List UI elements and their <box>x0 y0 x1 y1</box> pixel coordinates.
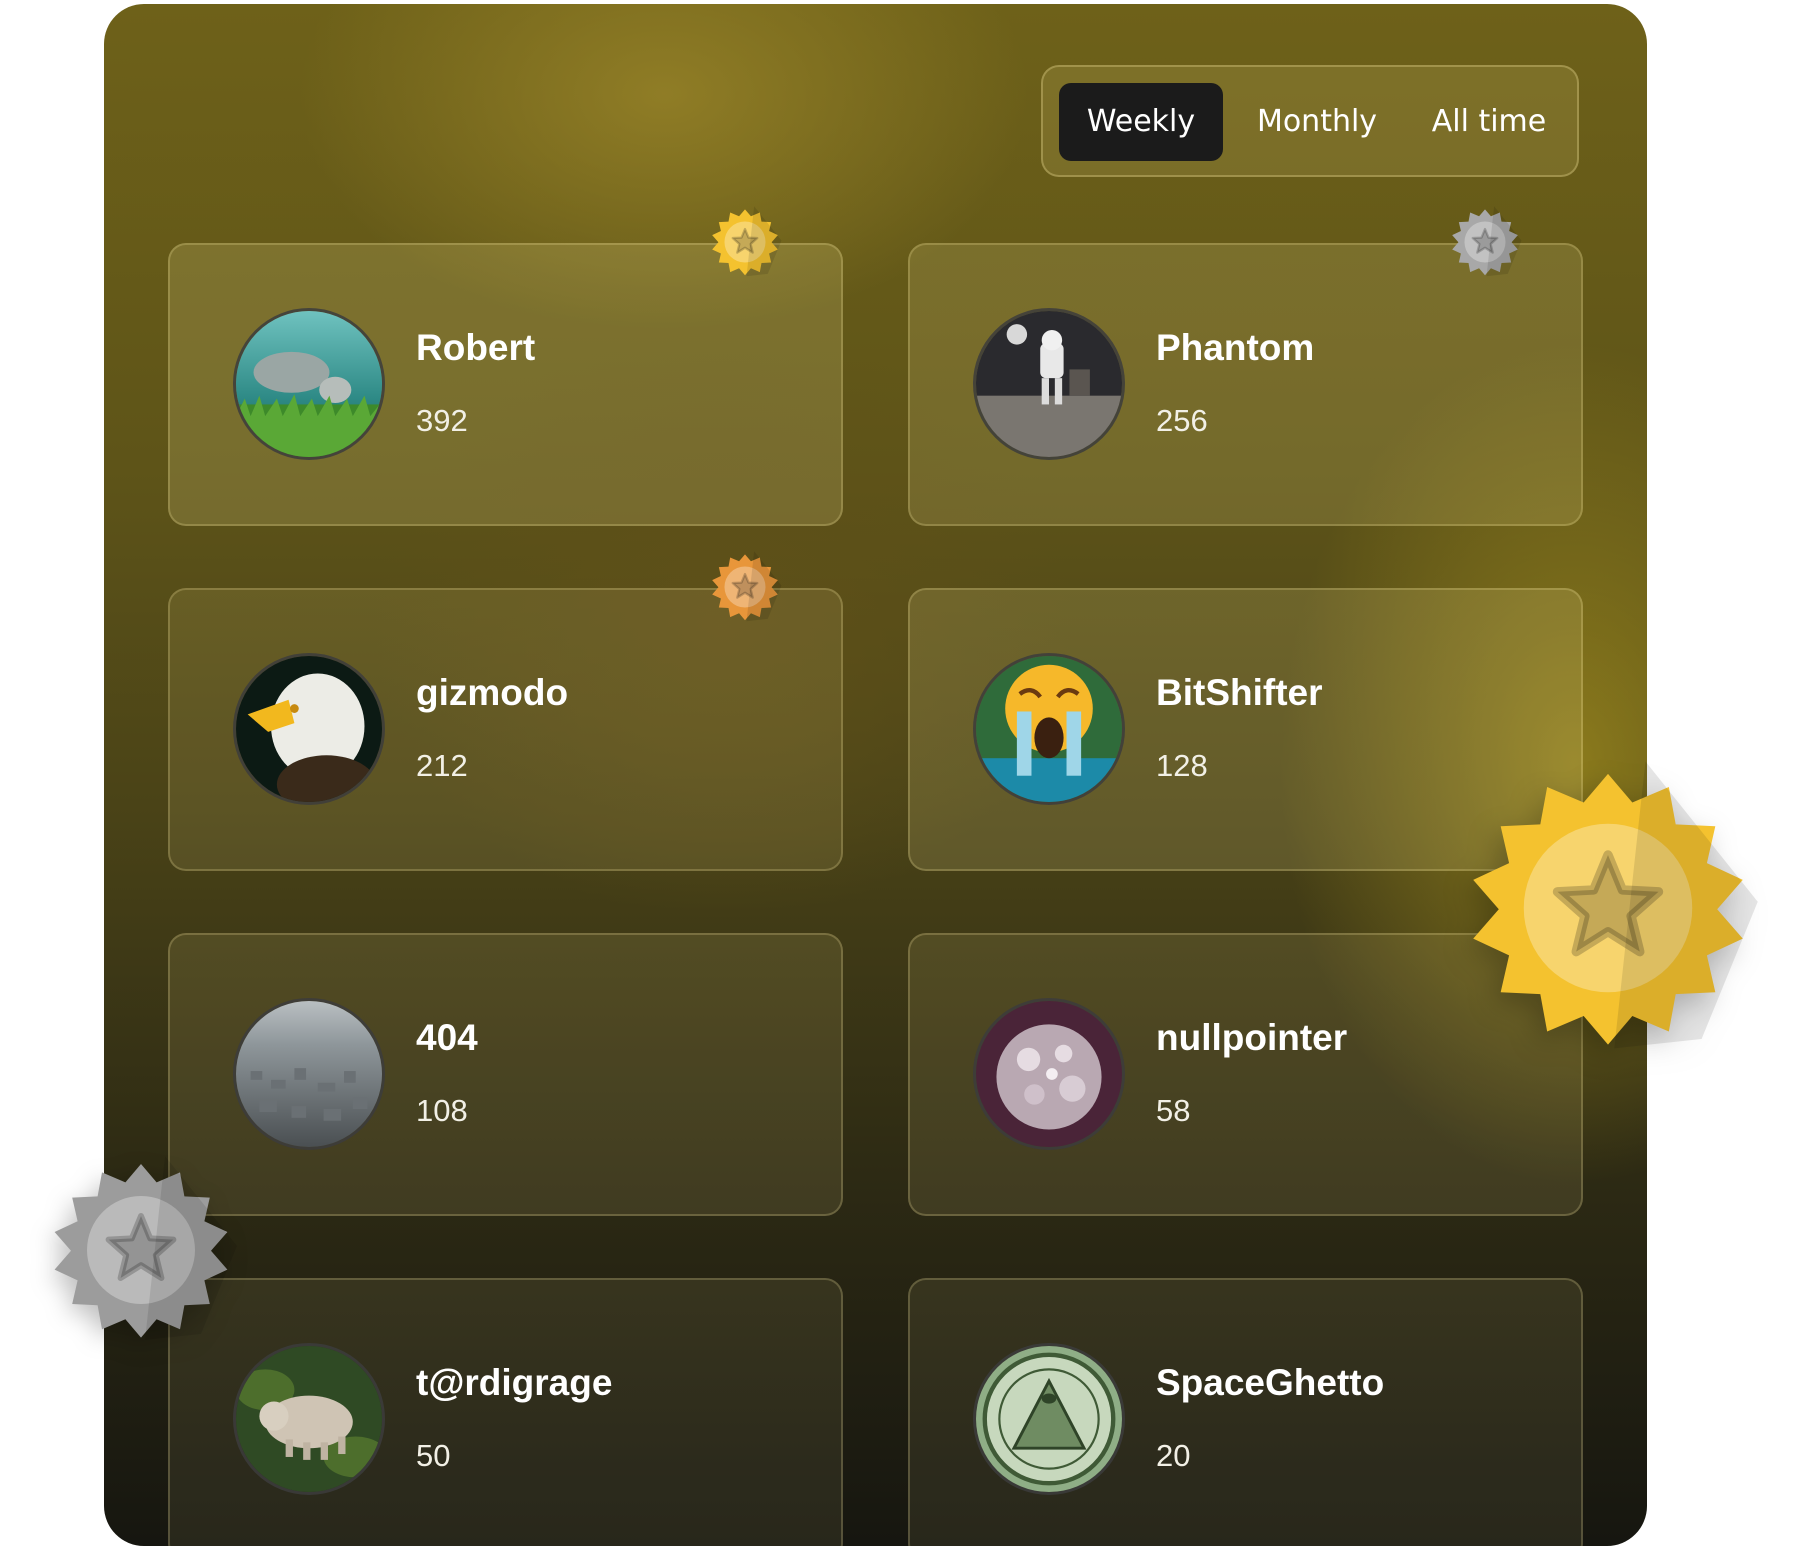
player-score: 392 <box>416 403 468 438</box>
avatar <box>233 1343 385 1495</box>
leaderboard-card-gizmodo[interactable]: gizmodo 212 <box>168 588 843 871</box>
silver-medal-icon <box>1447 204 1523 280</box>
player-name: t@rdigrage <box>416 1362 613 1403</box>
player-score: 212 <box>416 748 468 783</box>
leaderboard-card-phantom[interactable]: Phantom 256 <box>908 243 1583 526</box>
leaderboard-card-spaceghetto[interactable]: SpaceGhetto 20 <box>908 1278 1583 1546</box>
player-name: SpaceGhetto <box>1156 1362 1385 1403</box>
player-name: nullpointer <box>1156 1017 1348 1058</box>
avatar <box>233 998 385 1150</box>
avatar <box>973 1343 1125 1495</box>
avatar <box>973 308 1125 460</box>
player-score: 20 <box>1156 1438 1191 1473</box>
gold-medal-icon <box>1452 752 1764 1064</box>
player-name: Phantom <box>1156 327 1315 368</box>
leaderboard-card-tardigrage[interactable]: t@rdigrage 50 <box>168 1278 843 1546</box>
avatar <box>233 308 385 460</box>
avatar <box>973 653 1125 805</box>
tab-all-time[interactable]: All time <box>1409 83 1569 161</box>
player-name: 404 <box>416 1017 478 1058</box>
player-score: 108 <box>416 1093 468 1128</box>
player-name: BitShifter <box>1156 672 1323 713</box>
player-name: Robert <box>416 327 536 368</box>
avatar <box>233 653 385 805</box>
avatar <box>973 998 1125 1150</box>
gold-medal-icon <box>707 204 783 280</box>
player-score: 58 <box>1156 1093 1191 1128</box>
player-score: 128 <box>1156 748 1208 783</box>
silver-medal-icon <box>41 1150 241 1350</box>
player-score: 50 <box>416 1438 451 1473</box>
leaderboard-panel: Weekly Monthly All time Robert 392 Phant… <box>104 4 1647 1546</box>
leaderboard-card-robert[interactable]: Robert 392 <box>168 243 843 526</box>
player-name: gizmodo <box>416 672 569 713</box>
leaderboard-card-404[interactable]: 404 108 <box>168 933 843 1216</box>
tab-weekly[interactable]: Weekly <box>1059 83 1223 161</box>
bronze-medal-icon <box>707 549 783 625</box>
tab-monthly[interactable]: Monthly <box>1231 83 1403 161</box>
player-score: 256 <box>1156 403 1208 438</box>
period-tabs: Weekly Monthly All time <box>1041 65 1579 177</box>
